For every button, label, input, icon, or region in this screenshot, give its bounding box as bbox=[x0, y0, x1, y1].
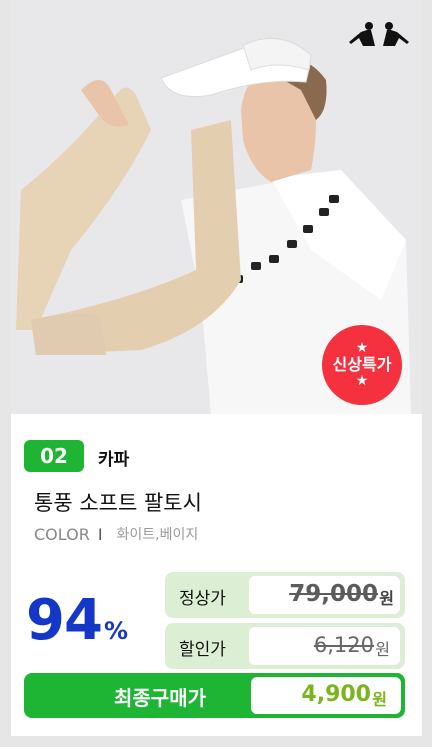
regular-price-field: 79,000 원 bbox=[249, 576, 400, 614]
kappa-logo-icon bbox=[349, 22, 409, 46]
final-price-box[interactable]: 최종구매가 4,900 원 bbox=[24, 673, 405, 718]
final-price-label: 최종구매가 bbox=[114, 686, 206, 710]
regular-price-value: 79,000 bbox=[289, 581, 378, 607]
sale-price-label: 할인가 bbox=[179, 640, 226, 660]
sale-price-unit: 원 bbox=[375, 640, 390, 659]
rank-badge: 02 bbox=[24, 440, 84, 472]
final-price-value: 4,900 bbox=[301, 682, 371, 707]
regular-price-label: 정상가 bbox=[179, 589, 226, 609]
color-values: 화이트,베이지 bbox=[116, 527, 199, 543]
regular-price-box: 정상가 79,000 원 bbox=[165, 572, 405, 618]
sale-price-value: 6,120 bbox=[313, 633, 374, 657]
brand-name: 카파 bbox=[98, 450, 130, 470]
final-price-unit: 원 bbox=[372, 690, 387, 709]
product-title[interactable]: 통풍 소프트 팔토시 bbox=[34, 487, 202, 517]
final-price-field: 4,900 원 bbox=[251, 677, 401, 714]
product-photo[interactable]: ★ 신상특가 ★ bbox=[11, 0, 422, 414]
color-options: COLOR I 화이트,베이지 bbox=[34, 524, 198, 544]
star-icon: ★ bbox=[355, 340, 369, 356]
new-arrival-badge: ★ 신상특가 ★ bbox=[322, 325, 402, 405]
discount-unit: % bbox=[103, 617, 128, 645]
color-label: COLOR bbox=[34, 524, 90, 544]
discount-rate: 94 % bbox=[26, 588, 128, 653]
discount-value: 94 bbox=[26, 588, 103, 653]
regular-price-unit: 원 bbox=[379, 589, 394, 608]
sale-price-box: 할인가 6,120 원 bbox=[165, 623, 405, 669]
star-icon: ★ bbox=[355, 373, 369, 389]
badge-text: 신상특가 bbox=[332, 355, 392, 374]
sale-price-field: 6,120 원 bbox=[249, 627, 400, 665]
color-separator: I bbox=[97, 524, 103, 544]
